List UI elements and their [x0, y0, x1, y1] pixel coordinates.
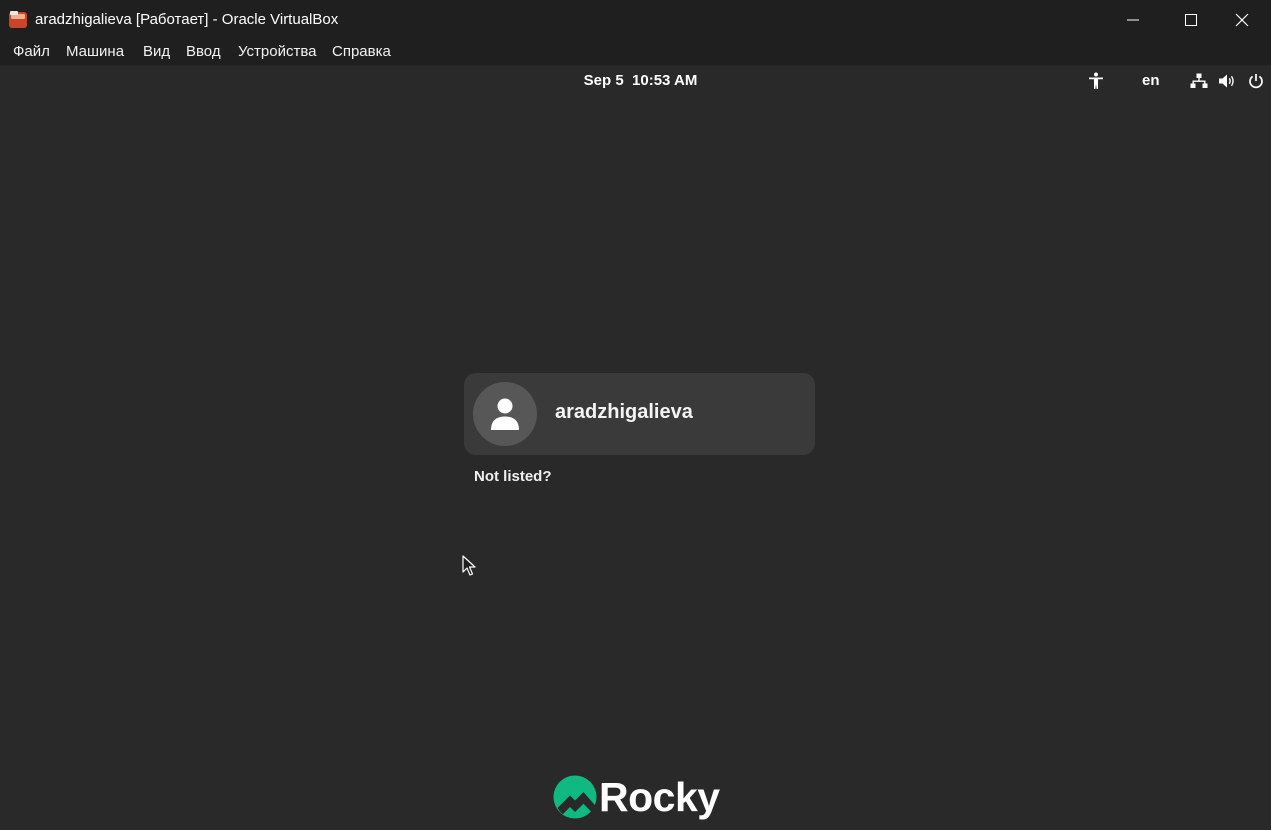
minimize-button[interactable] [1104, 0, 1162, 39]
menu-machine[interactable]: Машина [66, 43, 124, 60]
vbox-menubar: Файл Машина Вид Ввод Устройства Справка [0, 39, 1271, 65]
accessibility-icon[interactable] [1087, 72, 1105, 90]
network-icon[interactable] [1190, 72, 1208, 90]
guest-screen: Sep 5 10:53 AM en aradzhigalieva Not lis… [0, 65, 1271, 830]
virtualbox-icon [8, 10, 28, 30]
mouse-pointer-icon [462, 555, 476, 582]
close-icon [1235, 13, 1249, 26]
close-button[interactable] [1213, 0, 1271, 39]
rocky-logo-icon [553, 775, 597, 819]
menu-devices[interactable]: Устройства [238, 43, 316, 60]
username-label: aradzhigalieva [555, 401, 693, 423]
maximize-icon [1185, 13, 1197, 26]
menu-file[interactable]: Файл [13, 43, 50, 60]
window-title: aradzhigalieva [Работает] - Oracle Virtu… [35, 11, 339, 28]
power-icon[interactable] [1247, 72, 1265, 90]
not-listed-button[interactable]: Not listed? [474, 468, 552, 485]
avatar [473, 382, 537, 446]
gnome-top-bar: Sep 5 10:53 AM en [0, 65, 1271, 97]
menu-input[interactable]: Ввод [186, 43, 221, 60]
user-avatar-icon [491, 398, 519, 430]
rocky-logo-text: Rocky [599, 774, 720, 820]
window-titlebar: aradzhigalieva [Работает] - Oracle Virtu… [0, 0, 1271, 39]
clock[interactable]: Sep 5 10:53 AM [0, 72, 1271, 89]
user-list-item[interactable]: aradzhigalieva [464, 373, 815, 455]
menu-help[interactable]: Справка [332, 43, 391, 60]
volume-icon[interactable] [1218, 72, 1236, 90]
rocky-logo: Rocky [553, 774, 720, 820]
language-indicator[interactable]: en [1142, 72, 1160, 89]
menu-view[interactable]: Вид [143, 43, 170, 60]
maximize-button[interactable] [1162, 0, 1220, 39]
minimize-icon [1127, 19, 1139, 20]
